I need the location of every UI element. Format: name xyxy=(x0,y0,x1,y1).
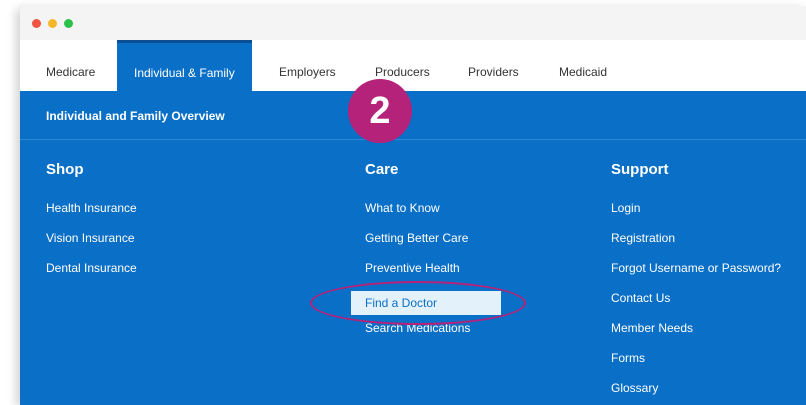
menu-divider xyxy=(20,139,806,140)
care-link-getting-better-care[interactable]: Getting Better Care xyxy=(365,231,468,245)
tab-medicaid[interactable]: Medicaid xyxy=(559,40,607,91)
care-link-find-a-doctor[interactable]: Find a Doctor xyxy=(351,291,501,315)
support-link-forgot-credentials[interactable]: Forgot Username or Password? xyxy=(611,261,781,275)
support-link-registration[interactable]: Registration xyxy=(611,231,675,245)
overview-link[interactable]: Individual and Family Overview xyxy=(46,109,225,123)
support-link-forms[interactable]: Forms xyxy=(611,351,645,365)
maximize-window-dot[interactable] xyxy=(64,19,73,28)
care-heading: Care xyxy=(365,161,399,178)
browser-window: Medicare Individual & Family Employers P… xyxy=(20,6,806,405)
care-link-preventive-health[interactable]: Preventive Health xyxy=(365,261,460,275)
tab-providers[interactable]: Providers xyxy=(468,40,519,91)
support-link-member-needs[interactable]: Member Needs xyxy=(611,321,693,335)
tab-medicare[interactable]: Medicare xyxy=(46,40,95,91)
support-link-contact-us[interactable]: Contact Us xyxy=(611,291,670,305)
window-chrome xyxy=(20,6,806,40)
shop-link-health-insurance[interactable]: Health Insurance xyxy=(46,201,137,215)
mega-menu: Individual and Family Overview Shop Heal… xyxy=(20,91,806,405)
top-nav: Medicare Individual & Family Employers P… xyxy=(20,40,806,91)
support-heading: Support xyxy=(611,161,669,178)
tab-individual-family[interactable]: Individual & Family xyxy=(117,40,252,91)
care-link-what-to-know[interactable]: What to Know xyxy=(365,201,440,215)
minimize-window-dot[interactable] xyxy=(48,19,57,28)
tab-employers[interactable]: Employers xyxy=(279,40,336,91)
shop-link-dental-insurance[interactable]: Dental Insurance xyxy=(46,261,137,275)
shop-heading: Shop xyxy=(46,161,84,178)
care-link-search-medications[interactable]: Search Medications xyxy=(365,321,470,335)
close-window-dot[interactable] xyxy=(32,19,41,28)
step-number-badge: 2 xyxy=(348,79,412,143)
shop-link-vision-insurance[interactable]: Vision Insurance xyxy=(46,231,135,245)
support-link-glossary[interactable]: Glossary xyxy=(611,381,658,395)
support-link-login[interactable]: Login xyxy=(611,201,640,215)
